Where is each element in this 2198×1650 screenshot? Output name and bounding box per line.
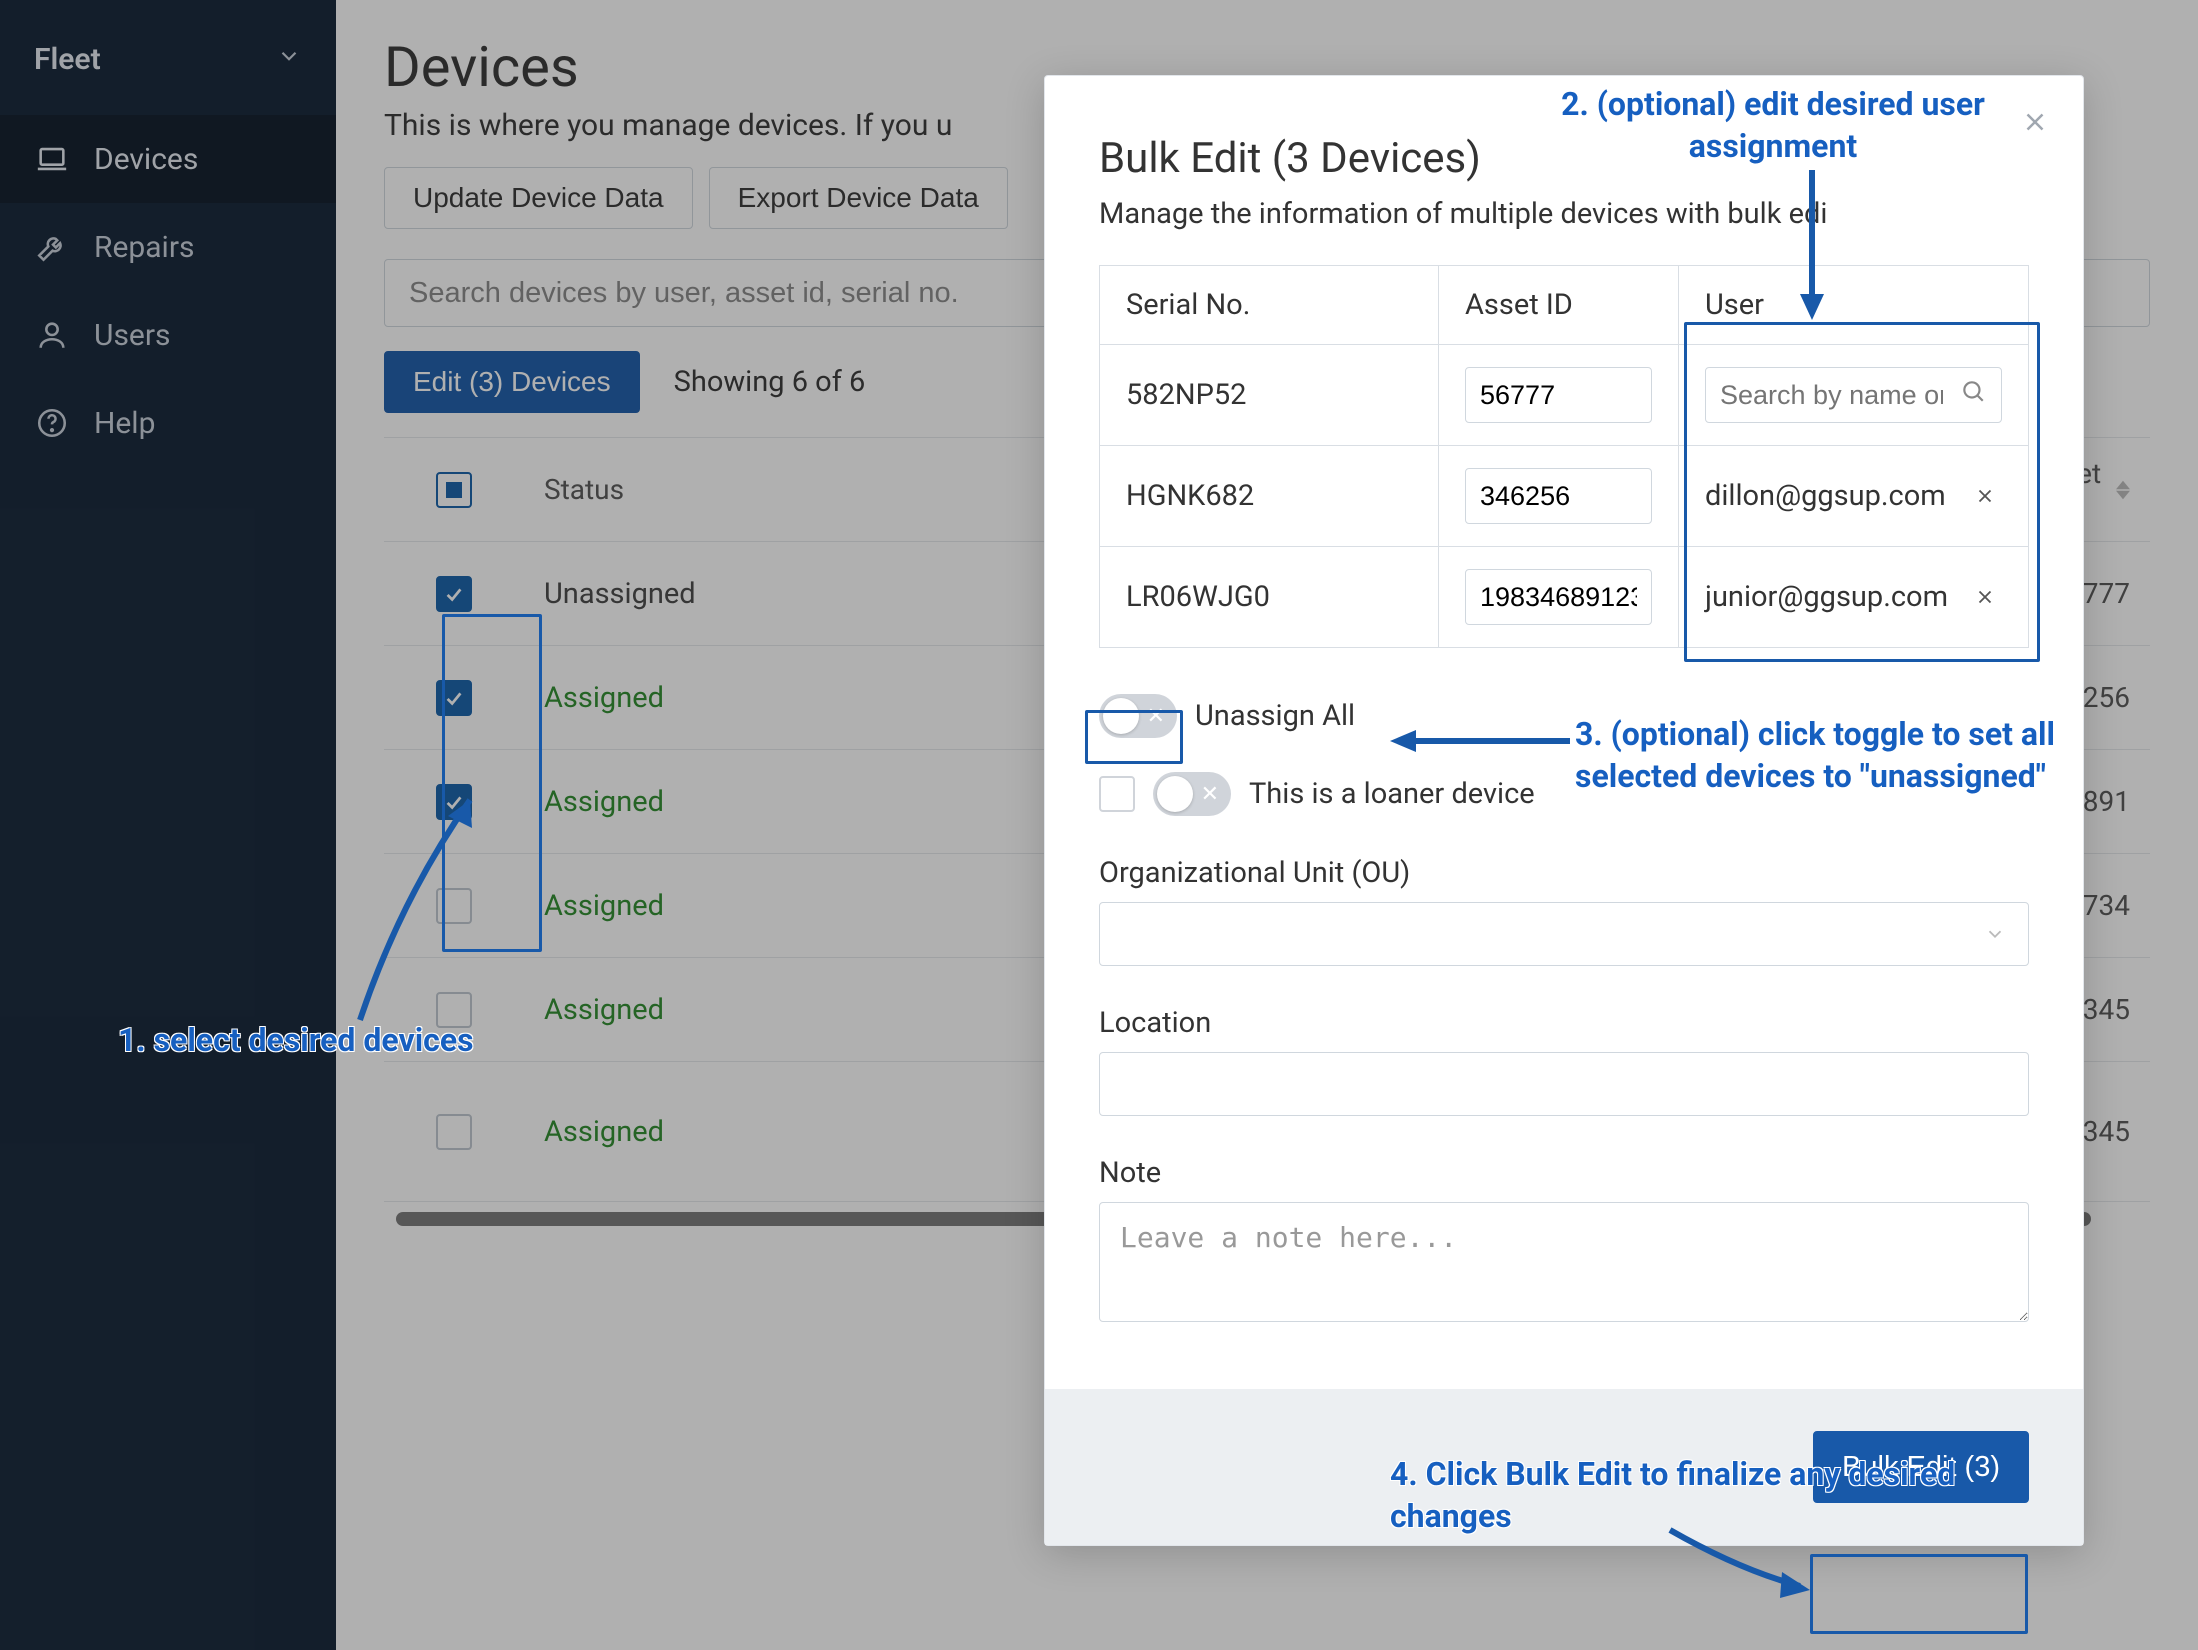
note-label: Note [1099, 1156, 2029, 1190]
col-serial-header: Serial No. [1100, 266, 1439, 345]
modal-subtitle: Manage the information of multiple devic… [1099, 197, 2029, 231]
app-root: Fleet Devices Repairs Users [0, 0, 2198, 1650]
modal-footer: Bulk Edit (3) [1045, 1389, 2083, 1545]
user-email: dillon@ggsup.com [1705, 479, 1954, 513]
asset-id-input[interactable] [1465, 569, 1652, 625]
user-search-input[interactable] [1705, 367, 2002, 423]
bulk-edit-submit-button[interactable]: Bulk Edit (3) [1813, 1431, 2029, 1503]
loaner-checkbox[interactable] [1099, 776, 1135, 812]
bulk-edit-modal: Bulk Edit (3 Devices) Manage the informa… [1044, 75, 2084, 1546]
col-user-header: User [1679, 266, 2029, 345]
search-icon [1960, 378, 1986, 412]
note-field: Note [1099, 1156, 2029, 1329]
serial-cell: 582NP52 [1100, 345, 1439, 446]
unassign-all-label: Unassign All [1195, 699, 1355, 733]
modal-title: Bulk Edit (3 Devices) [1099, 134, 2029, 183]
close-icon[interactable] [2015, 102, 2055, 142]
asset-id-input[interactable] [1465, 468, 1652, 524]
bulk-edit-table: Serial No. Asset ID User 582NP52 [1099, 265, 2029, 648]
location-field: Location [1099, 1006, 2029, 1116]
location-input[interactable] [1099, 1052, 2029, 1116]
edit-row: LR06WJG0 junior@ggsup.com [1100, 547, 2029, 648]
edit-row: HGNK682 dillon@ggsup.com [1100, 446, 2029, 547]
loaner-toggle[interactable]: ✕ [1153, 772, 1231, 816]
user-email: junior@ggsup.com [1705, 580, 1954, 614]
unassign-all-row: ✕ Unassign All [1099, 694, 2029, 738]
clear-user-icon[interactable] [1968, 580, 2002, 614]
loaner-row: ✕ This is a loaner device [1099, 772, 2029, 816]
clear-user-icon[interactable] [1968, 479, 2002, 513]
asset-id-input[interactable] [1465, 367, 1652, 423]
location-label: Location [1099, 1006, 2029, 1040]
ou-select[interactable] [1099, 902, 2029, 966]
loaner-label: This is a loaner device [1249, 777, 1535, 811]
edit-row: 582NP52 [1100, 345, 2029, 446]
serial-cell: LR06WJG0 [1100, 547, 1439, 648]
ou-field: Organizational Unit (OU) [1099, 856, 2029, 966]
col-asset-header: Asset ID [1439, 266, 1679, 345]
serial-cell: HGNK682 [1100, 446, 1439, 547]
note-textarea[interactable] [1099, 1202, 2029, 1322]
ou-label: Organizational Unit (OU) [1099, 856, 2029, 890]
unassign-all-toggle[interactable]: ✕ [1099, 694, 1177, 738]
